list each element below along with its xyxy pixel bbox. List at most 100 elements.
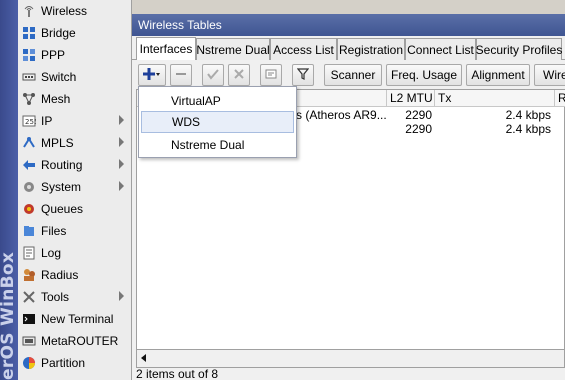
tab-interfaces[interactable]: Interfaces: [136, 37, 196, 60]
menu-item-virtualap[interactable]: VirtualAP: [141, 90, 294, 112]
enable-button[interactable]: [202, 64, 224, 86]
sidebar-item-bridge[interactable]: Bridge: [18, 22, 132, 44]
comment-button[interactable]: [260, 64, 282, 86]
cell-l2mtu: 2290: [405, 122, 432, 136]
winbox-screen: erOS WinBox Wireless Bridge PPP Switch M…: [0, 0, 565, 380]
sidebar-item-wireless[interactable]: Wireless: [18, 0, 132, 22]
queues-icon: [21, 201, 37, 217]
sidebar-item-mesh[interactable]: Mesh: [18, 88, 132, 110]
menu-item-wds[interactable]: WDS: [141, 111, 294, 133]
item-count: 2 items out of 8: [136, 367, 219, 380]
brand-label: erOS WinBox: [0, 251, 18, 380]
comment-icon: [265, 68, 277, 83]
sidebar-item-label: PPP: [41, 48, 66, 62]
submenu-arrow-icon: [119, 291, 124, 301]
alignment-button[interactable]: Alignment: [466, 64, 530, 86]
log-icon: [21, 245, 37, 261]
sidebar-item-routing[interactable]: Routing: [18, 154, 132, 176]
sidebar-item-label: Bridge: [41, 26, 76, 40]
tab-nstreme-dual[interactable]: Nstreme Dual: [196, 38, 270, 60]
sidebar-item-label: Files: [41, 224, 67, 238]
alignment-label: Alignment: [471, 68, 525, 82]
submenu-arrow-icon: [119, 137, 124, 147]
tab-label: Nstreme Dual: [196, 42, 270, 57]
tab-access-list[interactable]: Access List: [270, 38, 337, 60]
sidebar-item-label: MPLS: [41, 136, 74, 150]
sidebar-item-label: New Terminal: [41, 312, 114, 326]
sidebar-item-ppp[interactable]: PPP: [18, 44, 132, 66]
filter-icon: [296, 67, 310, 83]
svg-text:255: 255: [25, 118, 36, 126]
cell-type: ss (Atheros AR9...: [290, 108, 387, 122]
plus-icon: [143, 67, 161, 84]
filter-button[interactable]: [292, 64, 314, 86]
column-header-l2mtu[interactable]: L2 MTU: [387, 90, 435, 107]
window-title-bar[interactable]: Wireless Tables: [132, 14, 565, 36]
sidebar-item-metarouter[interactable]: MetaROUTER: [18, 330, 132, 352]
wireless-tables-window: Wireless Tables Interfaces Nstreme Dual …: [132, 14, 565, 380]
mesh-icon: [21, 91, 37, 107]
tab-bar: Interfaces Nstreme Dual Access List Regi…: [132, 37, 565, 60]
sidebar-item-partition[interactable]: Partition: [18, 352, 132, 374]
window-title: Wireless Tables: [138, 18, 222, 32]
column-header-rx[interactable]: R: [555, 90, 565, 107]
wireless-icon: [21, 3, 37, 19]
tab-label: Access List: [273, 42, 334, 57]
submenu-arrow-icon: [119, 181, 124, 191]
sidebar-item-new-terminal[interactable]: New Terminal: [18, 308, 132, 330]
wireless-sniffer-label: Wire: [543, 68, 565, 82]
cell-tx: 2.4 kbps: [505, 122, 551, 136]
sidebar-item-label: Log: [41, 246, 62, 260]
tab-registration[interactable]: Registration: [337, 38, 405, 60]
sidebar-item-files[interactable]: Files: [18, 220, 132, 242]
scanner-button[interactable]: Scanner: [324, 64, 382, 86]
tab-label: Registration: [338, 42, 404, 57]
close-icon: [233, 68, 245, 83]
freq-usage-label: Freq. Usage: [390, 68, 458, 82]
sidebar-item-label: Switch: [41, 70, 77, 84]
sidebar-item-switch[interactable]: Switch: [18, 66, 132, 88]
sidebar-item-queues[interactable]: Queues: [18, 198, 132, 220]
minus-icon: [175, 68, 187, 83]
remove-button[interactable]: [170, 64, 192, 86]
tab-connect-list[interactable]: Connect List: [405, 38, 476, 60]
horizontal-scrollbar[interactable]: [136, 350, 565, 368]
sidebar-item-label: Wireless: [41, 4, 88, 18]
tab-security-profiles[interactable]: Security Profiles: [476, 38, 562, 60]
sidebar-item-radius[interactable]: Radius: [18, 264, 132, 286]
sidebar-item-mpls[interactable]: MPLS: [18, 132, 132, 154]
column-header-label: L2 MTU: [390, 91, 433, 105]
tools-icon: [21, 289, 37, 305]
bridge-icon: [21, 25, 37, 41]
add-button[interactable]: [138, 64, 166, 86]
submenu-arrow-icon: [119, 115, 124, 125]
sidebar-item-label: IP: [41, 114, 53, 128]
column-header-tx[interactable]: Tx: [435, 90, 555, 107]
toolbar: Scanner Freq. Usage Alignment Wire: [132, 62, 565, 88]
tab-label: Interfaces: [139, 42, 193, 56]
sidebar-item-log[interactable]: Log: [18, 242, 132, 264]
tab-label: Connect List: [407, 42, 474, 57]
sidebar-item-system[interactable]: System: [18, 176, 132, 198]
sidebar-item-tools[interactable]: Tools: [18, 286, 132, 308]
scroll-left-icon[interactable]: [141, 354, 146, 362]
sidebar-item-label: Mesh: [41, 92, 71, 106]
ip-icon: 255: [21, 113, 37, 129]
disable-button[interactable]: [228, 64, 250, 86]
switch-icon: [21, 69, 37, 85]
sidebar-item-ip[interactable]: 255 IP: [18, 110, 132, 132]
cell-l2mtu: 2290: [405, 108, 432, 122]
menu-item-label: WDS: [172, 115, 200, 129]
column-header-label: Tx: [438, 91, 452, 105]
sidebar-item-label: Routing: [41, 158, 83, 172]
ppp-icon: [21, 47, 37, 63]
freq-usage-button[interactable]: Freq. Usage: [386, 64, 462, 86]
menu-item-nstreme-dual[interactable]: Nstreme Dual: [141, 134, 294, 156]
scanner-label: Scanner: [330, 68, 376, 82]
wireless-sniffer-button[interactable]: Wire: [534, 64, 565, 86]
brand-strip: erOS WinBox: [0, 0, 18, 380]
menu-item-label: VirtualAP: [171, 94, 221, 108]
check-icon: [207, 68, 219, 83]
sidebar-item-label: System: [41, 180, 82, 194]
sidebar-item-label: Radius: [41, 268, 79, 282]
